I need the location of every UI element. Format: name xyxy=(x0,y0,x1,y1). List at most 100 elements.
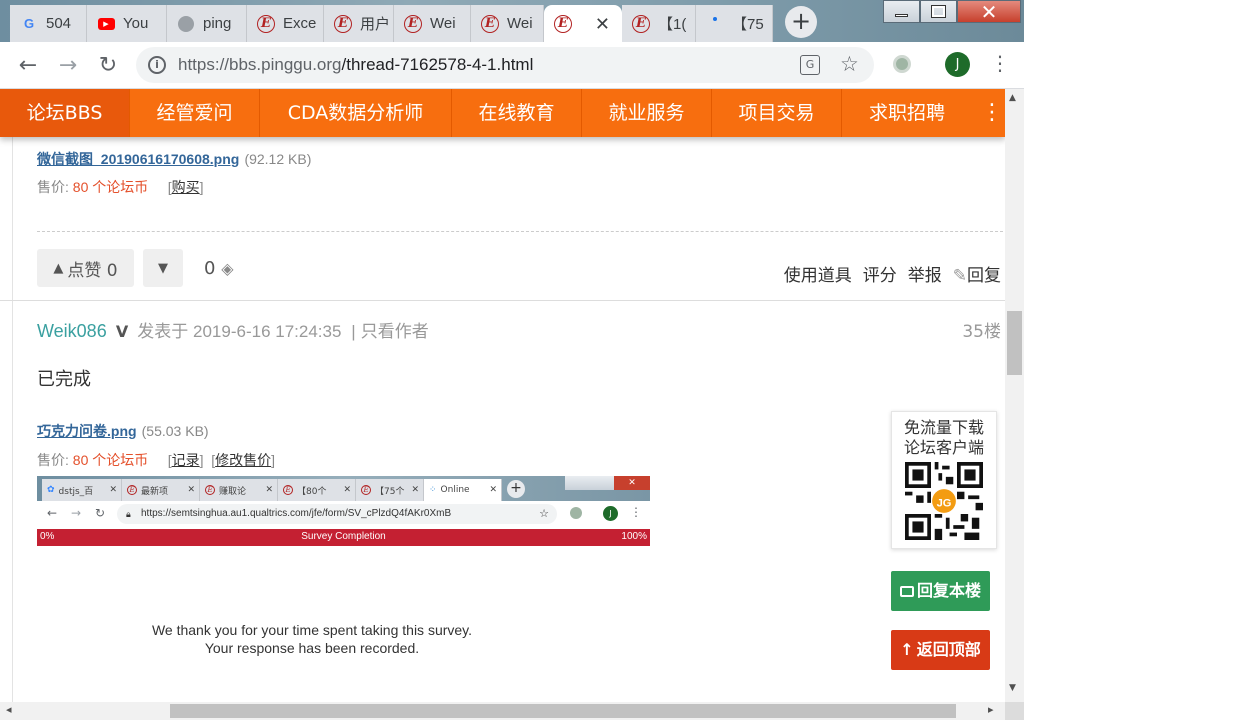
post-header: Weik086 V 发表于 2019-6-16 17:24:35 | 只看作者 xyxy=(37,317,429,342)
close-icon: ✕ xyxy=(980,0,998,24)
forward-button[interactable]: → xyxy=(55,52,81,78)
reload-icon: ↻ xyxy=(98,52,118,78)
price-label: 售价: xyxy=(37,452,69,468)
nav-item-recruit[interactable]: 求职招聘 xyxy=(842,89,972,137)
vertical-scrollbar[interactable]: ▲ ▼ xyxy=(1005,89,1024,702)
browser-tab[interactable]: E Wei xyxy=(394,5,471,42)
post-content: 已完成 xyxy=(37,369,91,390)
nav-more-icon[interactable]: ⋮ xyxy=(981,89,1003,137)
dislike-button[interactable]: ▼ xyxy=(143,249,183,287)
nav-item-bbs[interactable]: 论坛BBS xyxy=(0,89,130,137)
thanks-line-2: Your response has been recorded. xyxy=(204,640,420,656)
forward-arrow-icon: → xyxy=(58,52,78,78)
profile-avatar[interactable]: J xyxy=(945,52,970,77)
horizontal-scroll-thumb[interactable] xyxy=(170,704,956,718)
scroll-down-icon[interactable]: ▼ xyxy=(1009,683,1016,693)
nav-item-projects[interactable]: 项目交易 xyxy=(712,89,842,137)
edit-price-link[interactable]: 修改售价 xyxy=(215,452,271,468)
image-tab: E 最新项 ✕ xyxy=(122,479,200,501)
nav-item-jobs-service[interactable]: 就业服务 xyxy=(582,89,712,137)
back-to-top-label: 返回顶部 xyxy=(916,640,981,659)
close-window-button[interactable]: ✕ xyxy=(957,0,1021,24)
diamond-icon: ◈ xyxy=(221,259,234,278)
scroll-up-icon[interactable]: ▲ xyxy=(1009,93,1016,103)
buy-link[interactable]: 购买 xyxy=(172,179,200,195)
image-toolbar: ← → ↻ 🔒︎ https://semtsinghua.au1.qualtri… xyxy=(37,501,650,528)
browser-tab-active[interactable]: E ✕ xyxy=(544,5,622,42)
use-tool-link[interactable]: 使用道具 xyxy=(784,261,852,286)
attachment-image[interactable]: ✿ dstjs_百 ✕ E 最新项 ✕ E 赚取论 ✕ E 【80个 ✕ E 【75个 ✕ ⁘ Onl… xyxy=(37,476,650,676)
window-controls: ✕ xyxy=(883,0,1021,24)
image-tab: E 【75个 ✕ xyxy=(356,479,424,501)
minimize-button[interactable] xyxy=(883,0,920,23)
svg-text:JG: JG xyxy=(937,498,952,510)
image-tab: E 【80个 ✕ xyxy=(278,479,356,501)
qr-title-2: 论坛客户端 xyxy=(903,438,984,457)
author-name[interactable]: Weik086 xyxy=(37,321,107,341)
image-avatar: J xyxy=(603,506,618,521)
back-button[interactable]: ← xyxy=(15,52,41,78)
rate-link[interactable]: 评分 xyxy=(863,261,897,286)
floor-number[interactable]: 35楼 xyxy=(962,317,1001,342)
like-label: 点赞 0 xyxy=(67,260,118,281)
nav-item-education[interactable]: 在线教育 xyxy=(452,89,582,137)
only-author-link[interactable]: 只看作者 xyxy=(361,322,429,341)
browser-tab[interactable]: E Wei xyxy=(471,5,544,42)
pinggu-icon: E xyxy=(257,14,275,33)
comment-icon xyxy=(899,586,914,597)
tab-title: You xyxy=(123,15,149,32)
bookmark-star-icon: ☆ xyxy=(539,508,549,520)
scroll-left-icon[interactable]: ◂ xyxy=(6,703,12,716)
browser-tab[interactable]: E Exce xyxy=(247,5,324,42)
score: 0 ◈ xyxy=(204,258,234,279)
arrow-up-icon: ↑ xyxy=(900,640,914,659)
extension-icon[interactable] xyxy=(893,55,911,73)
price-line: 售价: 80 个论坛币 [购买] xyxy=(37,179,204,195)
app-download-box[interactable]: 免流量下载 论坛客户端 JG xyxy=(891,411,997,549)
page-viewport: 论坛BBS 经管爱问 CDA数据分析师 在线教育 就业服务 项目交易 求职招聘 … xyxy=(0,89,1005,702)
attachment-size: (55.03 KB) xyxy=(141,423,209,439)
like-button[interactable]: ▲ 点赞 0 xyxy=(37,249,134,287)
attachment-link[interactable]: 微信截图_20190616170608.png xyxy=(37,151,239,167)
scroll-right-icon[interactable]: ▸ xyxy=(988,703,994,716)
report-link[interactable]: 举报 xyxy=(908,261,942,286)
tab-title: Exce xyxy=(283,15,317,32)
nav-item-cda[interactable]: CDA数据分析师 xyxy=(260,89,452,137)
reload-button[interactable]: ↻ xyxy=(95,52,121,78)
pencil-icon: ✎ xyxy=(952,266,967,286)
qr-title-1: 免流量下载 xyxy=(903,418,984,437)
attachment-line: 巧克力问卷.png (55.03 KB) xyxy=(37,421,209,441)
nav-item-wiki[interactable]: 经管爱问 xyxy=(130,89,260,137)
close-icon: ✕ xyxy=(187,485,195,495)
browser-tab[interactable]: G 504 xyxy=(10,5,87,42)
baidu-icon: ✿ xyxy=(47,485,55,495)
reply-floor-button[interactable]: 回复本楼 xyxy=(891,571,990,611)
browser-tab[interactable]: E 用户 xyxy=(324,5,394,42)
reply-link[interactable]: ✎回复 xyxy=(953,261,1001,286)
google-icon: G xyxy=(23,16,35,31)
reply-floor-label: 回复本楼 xyxy=(916,581,981,600)
browser-tab[interactable]: ▶ You xyxy=(87,5,167,42)
maximize-button[interactable] xyxy=(920,0,957,23)
image-window-controls: ✕ xyxy=(565,476,650,490)
address-bar[interactable]: i https://bbs.pinggu.org/thread-7162578-… xyxy=(136,47,874,83)
image-address-bar: 🔒︎ https://semtsinghua.au1.qualtrics.com… xyxy=(117,504,557,524)
progress-title: Survey Completion xyxy=(301,531,386,542)
site-info-icon[interactable]: i xyxy=(148,56,166,74)
attachment-link[interactable]: 巧克力问卷.png xyxy=(37,423,137,439)
browser-menu-icon[interactable]: ⋮ xyxy=(990,51,1010,75)
verified-icon: V xyxy=(115,322,129,341)
new-tab-button[interactable]: + xyxy=(785,6,817,38)
price-value: 80 个论坛币 xyxy=(72,452,149,468)
horizontal-scrollbar[interactable]: ◂ ▸ xyxy=(0,702,1005,720)
url-text[interactable]: https://bbs.pinggu.org/thread-7162578-4-… xyxy=(178,55,533,75)
record-link[interactable]: 记录 xyxy=(172,452,200,468)
browser-tab[interactable]: E 【1( xyxy=(622,5,696,42)
browser-tab[interactable]: 【75 xyxy=(696,5,773,42)
close-tab-icon[interactable]: ✕ xyxy=(595,14,610,35)
browser-tab[interactable]: ping xyxy=(167,5,247,42)
back-to-top-button[interactable]: ↑ 返回顶部 xyxy=(891,630,990,670)
translate-icon[interactable]: G xyxy=(800,55,820,75)
bookmark-star-icon[interactable]: ☆ xyxy=(840,52,859,76)
vertical-scroll-thumb[interactable] xyxy=(1007,311,1022,375)
